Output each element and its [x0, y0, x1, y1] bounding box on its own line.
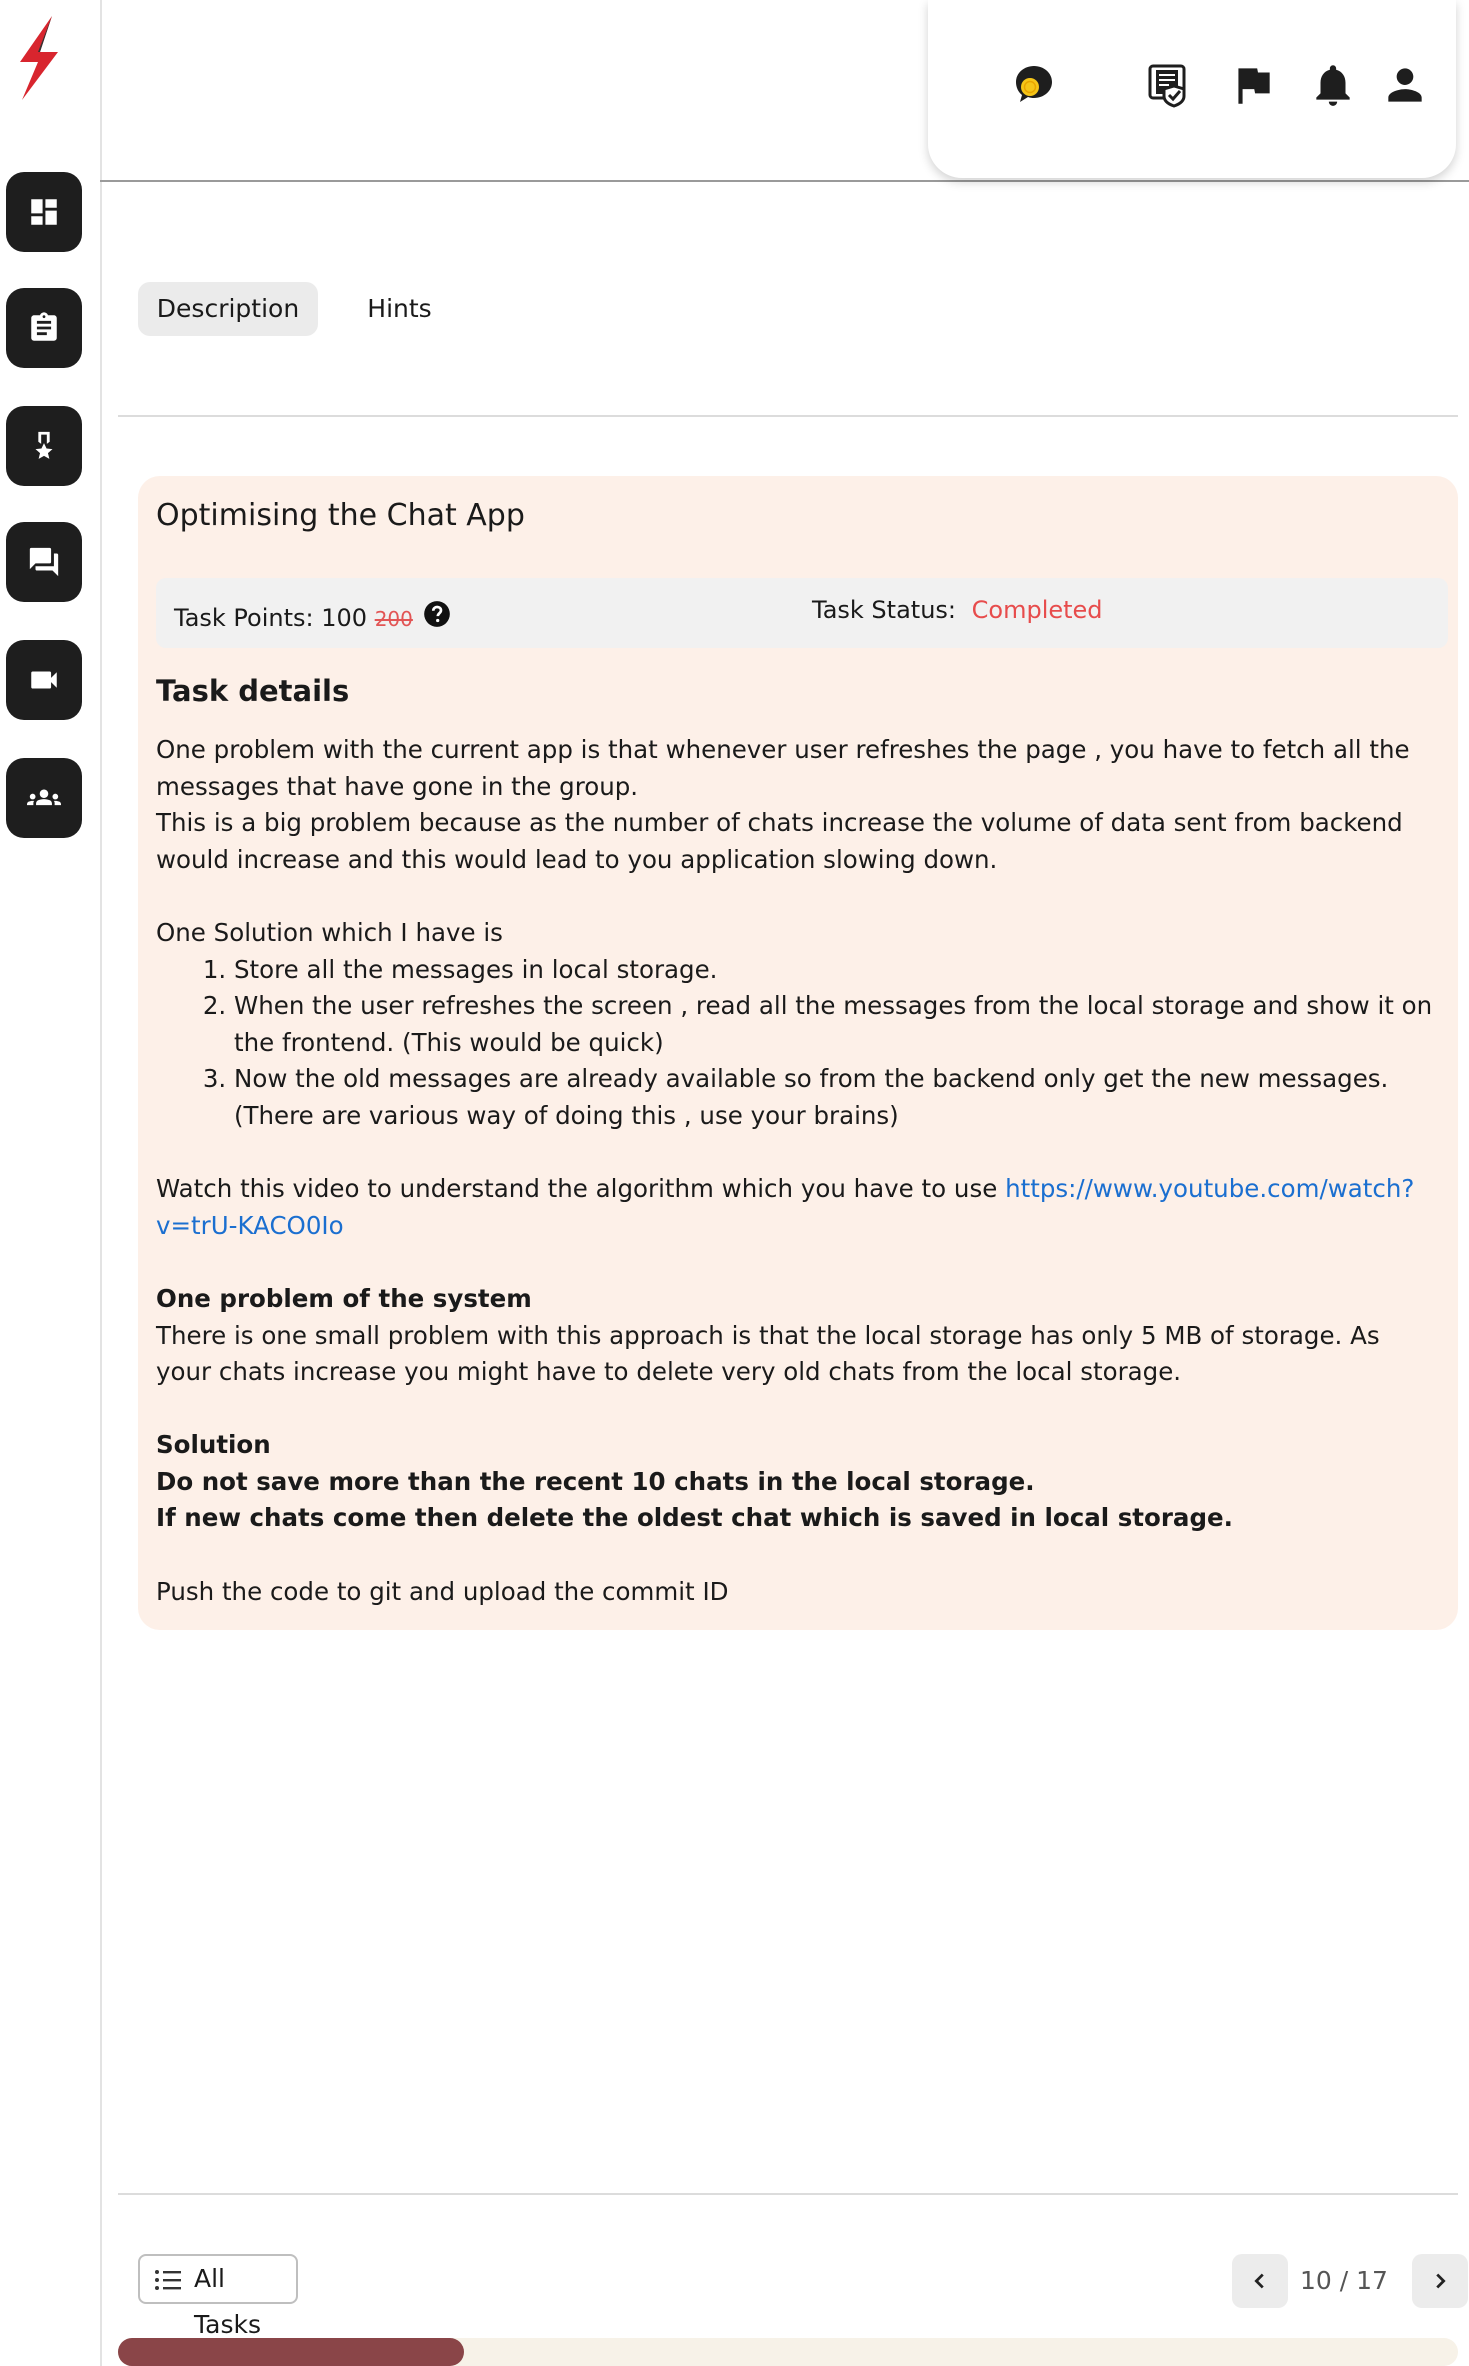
- task-card: Optimising the Chat App Task Points: 100…: [138, 476, 1458, 1630]
- user-icon[interactable]: [1380, 60, 1430, 110]
- task-points: Task Points: 100 200: [174, 600, 451, 632]
- task-title: Optimising the Chat App: [156, 498, 525, 533]
- video-text: Watch this video to understand the algor…: [156, 1174, 1006, 1204]
- video-camera-icon: [31, 671, 57, 689]
- task-status: Task Status: Completed: [812, 596, 1103, 624]
- sidebar-item-community[interactable]: [6, 758, 82, 838]
- clipboard-icon: [31, 312, 57, 341]
- task-points-label: Task Points: 100: [174, 604, 368, 632]
- chat-icon: [29, 547, 59, 577]
- paragraph-1: One problem with the current app is that…: [156, 735, 1410, 801]
- video-paragraph: Watch this video to understand the algor…: [156, 1171, 1436, 1244]
- flag-icon[interactable]: [1228, 60, 1278, 110]
- task-status-label: Task Status:: [812, 596, 956, 624]
- footer-divider: [118, 2193, 1458, 2195]
- top-toolbar: [928, 0, 1456, 178]
- solution-line-1: Do not save more than the recent 10 chat…: [156, 1466, 1035, 1496]
- header-divider: [100, 180, 1469, 182]
- help-icon[interactable]: [423, 600, 451, 628]
- list-item: Now the old messages are already availab…: [234, 1061, 1436, 1134]
- list-icon: [155, 2270, 181, 2290]
- sidebar-item-dashboard[interactable]: [6, 172, 82, 252]
- tab-description[interactable]: Description: [138, 282, 318, 336]
- sidebar-item-forum[interactable]: [6, 522, 82, 602]
- sidebar-item-achievements[interactable]: [6, 406, 82, 486]
- task-meta-row: Task Points: 100 200 Task Status: Comple…: [156, 578, 1448, 648]
- task-description: One problem with the current app is that…: [156, 732, 1436, 1610]
- lightning-logo-icon[interactable]: [12, 12, 68, 104]
- certificate-icon[interactable]: [1144, 60, 1194, 110]
- task-details-heading: Task details: [156, 674, 350, 708]
- tabs-divider: [118, 415, 1458, 417]
- steps-list: Store all the messages in local storage.…: [156, 952, 1436, 1135]
- chevron-right-icon: [1436, 2273, 1446, 2289]
- chat-coin-icon[interactable]: [1008, 60, 1058, 110]
- chevron-left-icon: [1254, 2273, 1264, 2289]
- list-item: Store all the messages in local storage.: [234, 952, 1436, 989]
- problem-heading: One problem of the system: [156, 1283, 532, 1313]
- people-icon: [27, 789, 61, 806]
- push-instruction: Push the code to git and upload the comm…: [156, 1576, 729, 1606]
- dashboard-icon: [31, 199, 57, 225]
- previous-task-button[interactable]: [1232, 2254, 1288, 2308]
- page-indicator: 10 / 17: [1300, 2266, 1388, 2295]
- task-status-value: Completed: [971, 596, 1103, 624]
- tab-hints[interactable]: Hints: [352, 282, 447, 336]
- all-tasks-label: All Tasks: [194, 2264, 261, 2339]
- task-points-old: 200: [374, 607, 413, 631]
- bell-icon[interactable]: [1308, 60, 1358, 110]
- all-tasks-button[interactable]: All Tasks: [138, 2254, 298, 2339]
- problem-text: There is one small problem with this app…: [156, 1320, 1380, 1387]
- sidebar-item-video[interactable]: [6, 640, 82, 720]
- sidebar: [0, 0, 102, 2366]
- progress-bar: [118, 2338, 464, 2366]
- medal-icon: [35, 431, 53, 459]
- sidebar-item-tasks[interactable]: [6, 288, 82, 368]
- next-task-button[interactable]: [1412, 2254, 1468, 2308]
- paragraph-2: This is a big problem because as the num…: [156, 808, 1403, 874]
- list-item: When the user refreshes the screen , rea…: [234, 988, 1436, 1061]
- solution-line-2: If new chats come then delete the oldest…: [156, 1503, 1233, 1533]
- solution-heading: Solution: [156, 1430, 271, 1460]
- paragraph-3: One Solution which I have is: [156, 917, 503, 947]
